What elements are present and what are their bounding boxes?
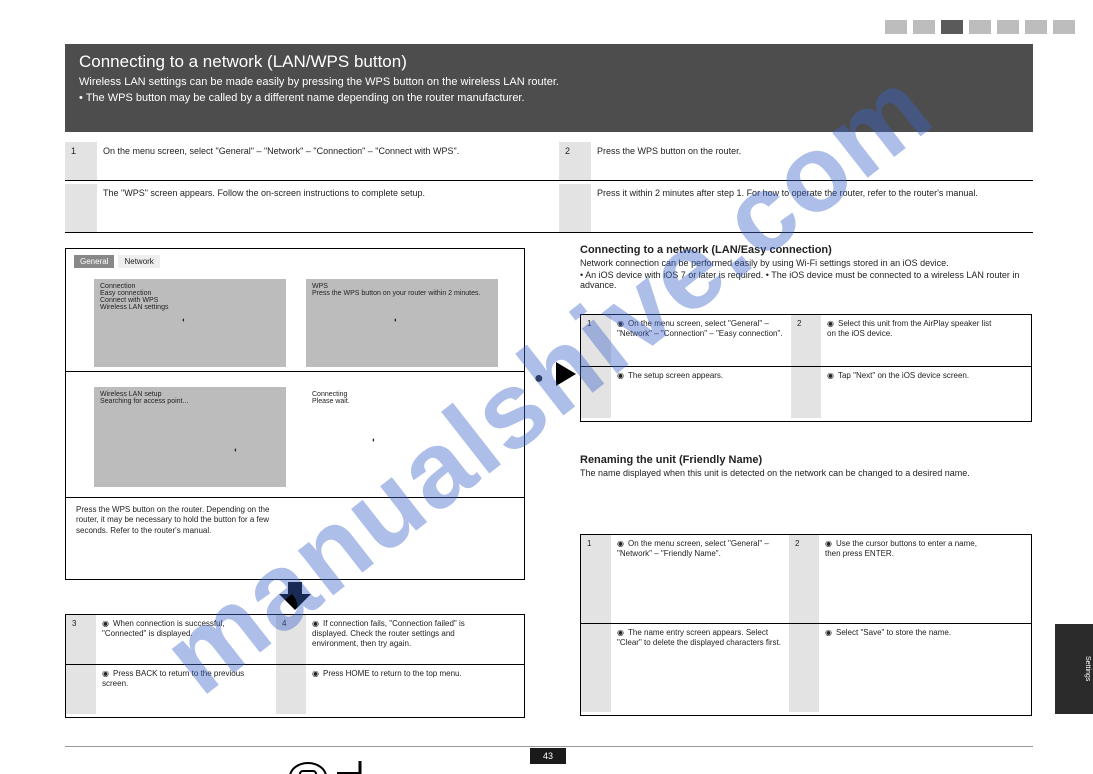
- step-text: If connection fails, "Connection failed"…: [306, 615, 486, 664]
- arrow-right-icon: [556, 362, 576, 386]
- chapter-indicator: [885, 20, 1075, 34]
- step-strip-row: The "WPS" screen appears. Follow the on-…: [65, 184, 1033, 233]
- step-number: [791, 367, 821, 418]
- table-row: 1On the menu screen, select "General" – …: [581, 535, 1031, 624]
- table-row: Press BACK to return to the previous scr…: [66, 665, 524, 714]
- step-table: 3When connection is successful, "Connect…: [65, 614, 525, 718]
- screen-tabs: General Network: [74, 255, 160, 268]
- step-number: [66, 665, 96, 714]
- step-table: 1On the menu screen, select "General" – …: [580, 534, 1032, 716]
- step-number: 2: [559, 142, 591, 180]
- step-number: [559, 184, 591, 232]
- banner-title: Connecting to a network (LAN/WPS button): [79, 52, 1019, 72]
- step-text: The "WPS" screen appears. Follow the on-…: [97, 184, 559, 232]
- panel-item: Wireless LAN settings: [100, 304, 280, 311]
- panel-title: WPS: [312, 283, 492, 290]
- divider: [66, 371, 524, 372]
- step-number: [276, 665, 306, 714]
- chapter-box: [1025, 20, 1047, 34]
- panel-msg: Connecting: [312, 391, 448, 398]
- banner-subtitle: Wireless LAN settings can be made easily…: [79, 76, 1019, 88]
- router-press-icon: [286, 755, 376, 774]
- nav-icon: ◐: [182, 317, 186, 324]
- screen-panel-wps: WPS Press the WPS button on your router …: [306, 279, 498, 367]
- step-number: 1: [581, 535, 611, 623]
- screen-panel-connecting: Connecting Please wait. ◐: [306, 387, 454, 479]
- nav-icon: ◐: [394, 317, 398, 324]
- banner-subtitle2: • The WPS button may be called by a diff…: [79, 92, 1019, 104]
- panel-sub: Please wait.: [312, 398, 448, 405]
- heading-sub2: • An iOS device with iOS 7 or later is r…: [580, 270, 1030, 290]
- step-text: Press the WPS button on the router.: [591, 142, 1021, 180]
- page: manualshive.com Connecting to a network …: [0, 0, 1093, 774]
- step-number: 2: [789, 535, 819, 623]
- step-text: Press BACK to return to the previous scr…: [96, 665, 276, 714]
- step-number: [65, 184, 97, 232]
- table-row: 3When connection is successful, "Connect…: [66, 615, 524, 665]
- step-text: Select this unit from the AirPlay speake…: [821, 315, 1001, 366]
- table-row: The setup screen appears. Tap "Next" on t…: [581, 367, 1031, 418]
- step-text: Select "Save" to store the name.: [819, 624, 997, 712]
- step-strip-row: 1On the menu screen, select "General" – …: [65, 142, 1033, 181]
- step-text: On the menu screen, select "General" – "…: [611, 535, 789, 623]
- instruction-text: Press the WPS button on the router. Depe…: [76, 505, 276, 536]
- heading-sub: Network connection can be performed easi…: [580, 258, 1030, 268]
- step-text: The setup screen appears.: [611, 367, 791, 418]
- step-number: [581, 367, 611, 418]
- step-number: 3: [66, 615, 96, 664]
- step-text: The name entry screen appears. Select "C…: [611, 624, 789, 712]
- tab-network: Network: [118, 255, 159, 268]
- screen-flow-diagram: General Network Connection Easy connecti…: [65, 248, 525, 580]
- section-edge-tab: Settings: [1055, 624, 1093, 714]
- step-text: When connection is successful, "Connecte…: [96, 615, 276, 664]
- panel-item: Connect with WPS: [100, 297, 280, 304]
- panel-msg: Press the WPS button on your router with…: [312, 290, 492, 297]
- panel-item: Easy connection: [100, 290, 280, 297]
- nav-icon: ◐: [234, 447, 238, 454]
- subsection-heading: Connecting to a network (LAN/Easy connec…: [580, 244, 1030, 290]
- nav-icon: ◐: [372, 437, 376, 444]
- panel-msg: Searching for access point...: [100, 398, 280, 405]
- chapter-box-active: [941, 20, 963, 34]
- tab-general: General: [74, 255, 114, 268]
- chapter-box: [913, 20, 935, 34]
- step-number: [789, 624, 819, 712]
- step-text: Press it within 2 minutes after step 1. …: [591, 184, 1021, 232]
- screen-panel-connection: Connection Easy connection Connect with …: [94, 279, 286, 367]
- step-text: Press HOME to return to the top menu.: [306, 665, 486, 714]
- step-number: 1: [65, 142, 97, 180]
- step-number: 1: [581, 315, 611, 366]
- chapter-box: [997, 20, 1019, 34]
- step-table: 1On the menu screen, select "General" – …: [580, 314, 1032, 422]
- chapter-box: [1053, 20, 1075, 34]
- footer-rule: [65, 746, 1033, 747]
- table-row: The name entry screen appears. Select "C…: [581, 624, 1031, 712]
- heading-title: Renaming the unit (Friendly Name): [580, 454, 1030, 466]
- step-number: [581, 624, 611, 712]
- chapter-box: [885, 20, 907, 34]
- heading-sub: The name displayed when this unit is det…: [580, 468, 1030, 478]
- step-text: On the menu screen, select "General" – "…: [97, 142, 559, 180]
- section-banner: Connecting to a network (LAN/WPS button)…: [65, 44, 1033, 132]
- step-number: 4: [276, 615, 306, 664]
- step-text: Use the cursor buttons to enter a name, …: [819, 535, 997, 623]
- panel-title: Wireless LAN setup: [100, 391, 280, 398]
- chapter-box: [969, 20, 991, 34]
- step-text: On the menu screen, select "General" – "…: [611, 315, 791, 366]
- subsection-heading: Renaming the unit (Friendly Name) The na…: [580, 454, 1030, 478]
- page-number: 43: [530, 748, 566, 764]
- arrow-down-icon: [279, 594, 311, 610]
- panel-title: Connection: [100, 283, 280, 290]
- step-number: 2: [791, 315, 821, 366]
- heading-title: Connecting to a network (LAN/Easy connec…: [580, 244, 1030, 256]
- divider: [66, 497, 524, 498]
- table-row: 1On the menu screen, select "General" – …: [581, 315, 1031, 367]
- screen-panel-searching: Wireless LAN setup Searching for access …: [94, 387, 286, 487]
- step-text: Tap "Next" on the iOS device screen.: [821, 367, 1001, 418]
